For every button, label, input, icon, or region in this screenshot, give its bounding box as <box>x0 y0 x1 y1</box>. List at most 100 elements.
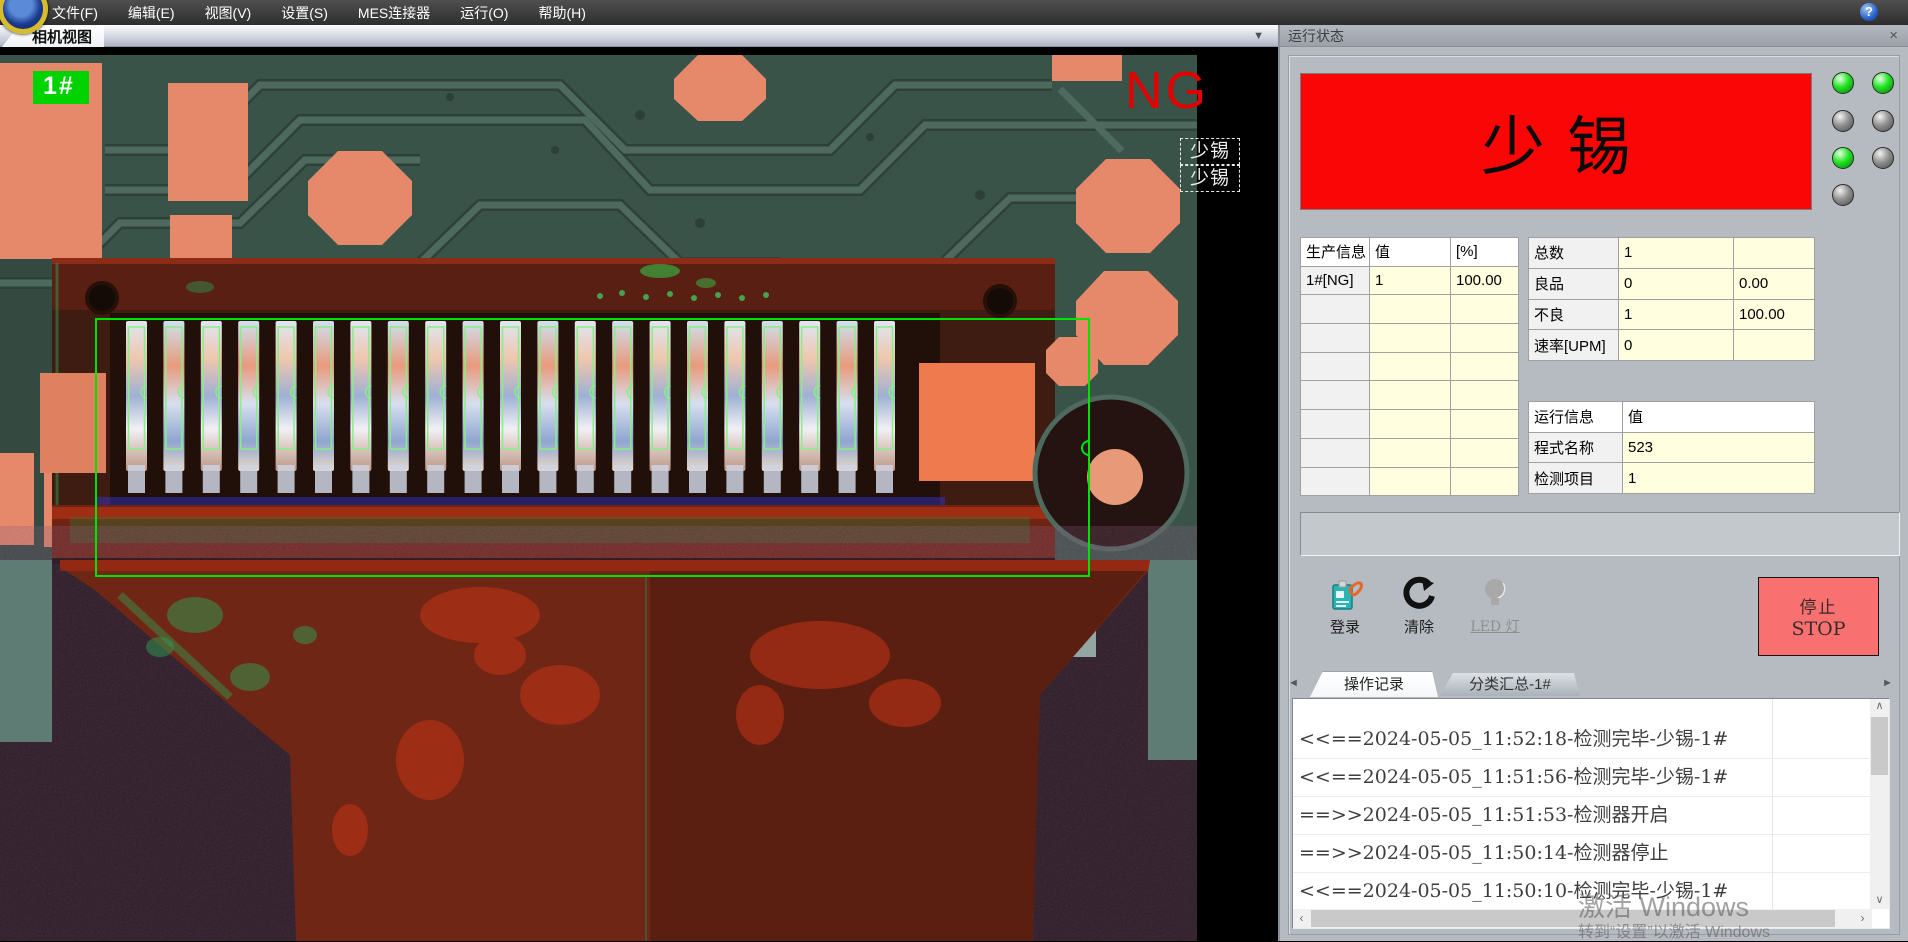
solder-blob <box>315 465 332 493</box>
table-cell: 不良 <box>1529 300 1619 331</box>
status-panel-title: 运行状态 <box>1288 28 1344 44</box>
login-button[interactable]: 登录 <box>1312 575 1378 637</box>
table-cell: 速率[UPM] <box>1529 330 1619 361</box>
solder-blob <box>764 465 781 493</box>
tab-scroll-left-icon[interactable]: ◄ <box>1288 677 1299 689</box>
status-led-4 <box>1872 110 1894 132</box>
table-cell: 523 <box>1623 433 1815 464</box>
message-box <box>1300 512 1900 556</box>
camera-image <box>0 55 1197 941</box>
scroll-left-icon[interactable]: ‹ <box>1293 909 1310 928</box>
solder-blob <box>390 465 407 493</box>
table-cell <box>1301 324 1370 353</box>
table-cell <box>1451 295 1519 324</box>
status-led-5 <box>1832 147 1854 169</box>
led-light-button[interactable]: LED 灯 <box>1462 575 1528 637</box>
menu-item-3[interactable]: 设置(S) <box>281 3 328 23</box>
close-icon[interactable]: × <box>1889 27 1898 45</box>
log-entry-0: <<==2024-05-05_11:52:18-检测完毕-少锡-1# <box>1293 721 1872 759</box>
menu-item-4[interactable]: MES连接器 <box>358 3 430 23</box>
table-cell <box>1451 410 1519 439</box>
menu-item-6[interactable]: 帮助(H) <box>538 3 585 23</box>
help-icon[interactable]: ? <box>1860 3 1878 21</box>
table-cell <box>1451 439 1519 468</box>
table-cell <box>1370 468 1451 497</box>
status-led-7 <box>1832 184 1854 206</box>
scroll-right-icon[interactable]: › <box>1853 909 1872 928</box>
table-cell <box>1451 468 1519 497</box>
table-cell <box>1370 324 1451 353</box>
table-cell: 值 <box>1623 402 1815 433</box>
table-cell <box>1301 353 1370 382</box>
solder-blob <box>876 465 893 493</box>
table-cell: 1 <box>1623 463 1815 494</box>
status-led-1 <box>1832 72 1854 94</box>
run-info-table: 运行信息值程式名称523检测项目1 <box>1528 401 1815 494</box>
solder-blob <box>577 465 594 493</box>
table-cell <box>1370 410 1451 439</box>
status-led-3 <box>1832 110 1854 132</box>
table-cell: 1 <box>1370 267 1451 296</box>
solder-blob <box>652 465 669 493</box>
defect-tag: 少锡 <box>1180 138 1240 165</box>
table-cell: 0 <box>1619 269 1734 300</box>
solder-blob <box>128 465 145 493</box>
table-cell: 总数 <box>1529 238 1619 269</box>
status-led-2 <box>1872 72 1894 94</box>
status-panel: 运行状态 × 少锡 生产信息值[%]1#[NG]1100.00 总数1良品00.… <box>1278 25 1908 941</box>
camera-id-badge: 1# <box>33 71 89 104</box>
solder-blob <box>801 465 818 493</box>
solder-blob <box>240 465 257 493</box>
table-cell: 100.00 <box>1734 300 1815 331</box>
status-led-6 <box>1872 147 1894 169</box>
tab-operation-log[interactable]: 操作记录 <box>1310 671 1438 697</box>
production-table: 生产信息值[%] 1#[NG]1100.00 <box>1300 237 1519 496</box>
table-cell <box>1370 439 1451 468</box>
solder-blob <box>726 465 743 493</box>
solder-blob <box>614 465 631 493</box>
tab-class-summary[interactable]: 分类汇总-1# <box>1440 673 1580 696</box>
table-cell: 1#[NG] <box>1301 267 1370 296</box>
table-cell <box>1301 468 1370 497</box>
log-entry-2: ==>>2024-05-05_11:51:53-检测器开启 <box>1293 797 1872 835</box>
table-cell: 运行信息 <box>1529 402 1623 433</box>
table-cell: 1 <box>1619 300 1734 331</box>
table-cell <box>1734 238 1815 269</box>
table-cell <box>1734 330 1815 361</box>
clear-refresh-icon <box>1400 575 1438 613</box>
windows-activation-hint: 转到“设置”以激活 Windows <box>1578 918 1770 942</box>
chevron-down-icon[interactable]: ▼ <box>1253 30 1264 42</box>
camera-tab-strip: 相机视图 ▼ <box>0 25 1278 47</box>
table-cell: 0 <box>1619 330 1734 361</box>
table-cell: 生产信息 <box>1301 238 1370 267</box>
solder-blob <box>465 465 482 493</box>
table-cell <box>1370 295 1451 324</box>
log-entry-3: ==>>2024-05-05_11:50:14-检测器停止 <box>1293 835 1872 873</box>
defect-tag: 少锡 <box>1180 165 1240 192</box>
table-cell: 值 <box>1370 238 1451 267</box>
menu-item-1[interactable]: 编辑(E) <box>128 3 175 23</box>
light-bulb-icon <box>1476 575 1514 613</box>
menu-item-0[interactable]: 文件(F) <box>52 3 98 23</box>
solder-blob <box>278 465 295 493</box>
solder-blob <box>502 465 519 493</box>
table-cell <box>1451 353 1519 382</box>
menu-item-5[interactable]: 运行(O) <box>460 3 508 23</box>
scroll-down-icon[interactable]: ∨ <box>1870 892 1889 909</box>
scroll-up-icon[interactable]: ∧ <box>1870 699 1889 716</box>
defect-banner: 少锡 <box>1300 73 1812 210</box>
clear-button[interactable]: 清除 <box>1386 575 1452 637</box>
log-entry-1: <<==2024-05-05_11:51:56-检测完毕-少锡-1# <box>1293 759 1872 797</box>
table-cell: 程式名称 <box>1529 433 1623 464</box>
camera-viewport: 1# NG 少锡 少锡 <box>0 47 1278 941</box>
stats-table: 总数1良品00.00不良1100.00速率[UPM]0 <box>1528 237 1815 361</box>
solder-blob <box>839 465 856 493</box>
stop-button[interactable]: 停止 STOP <box>1758 577 1879 656</box>
table-cell: 100.00 <box>1451 267 1519 296</box>
table-cell: [%] <box>1451 238 1519 267</box>
status-panel-titlebar: 运行状态 × <box>1280 25 1908 47</box>
vertical-scroll-thumb[interactable] <box>1871 717 1888 775</box>
menu-item-2[interactable]: 视图(V) <box>205 3 252 23</box>
table-cell <box>1451 381 1519 410</box>
tab-scroll-right-icon[interactable]: ► <box>1882 677 1893 689</box>
